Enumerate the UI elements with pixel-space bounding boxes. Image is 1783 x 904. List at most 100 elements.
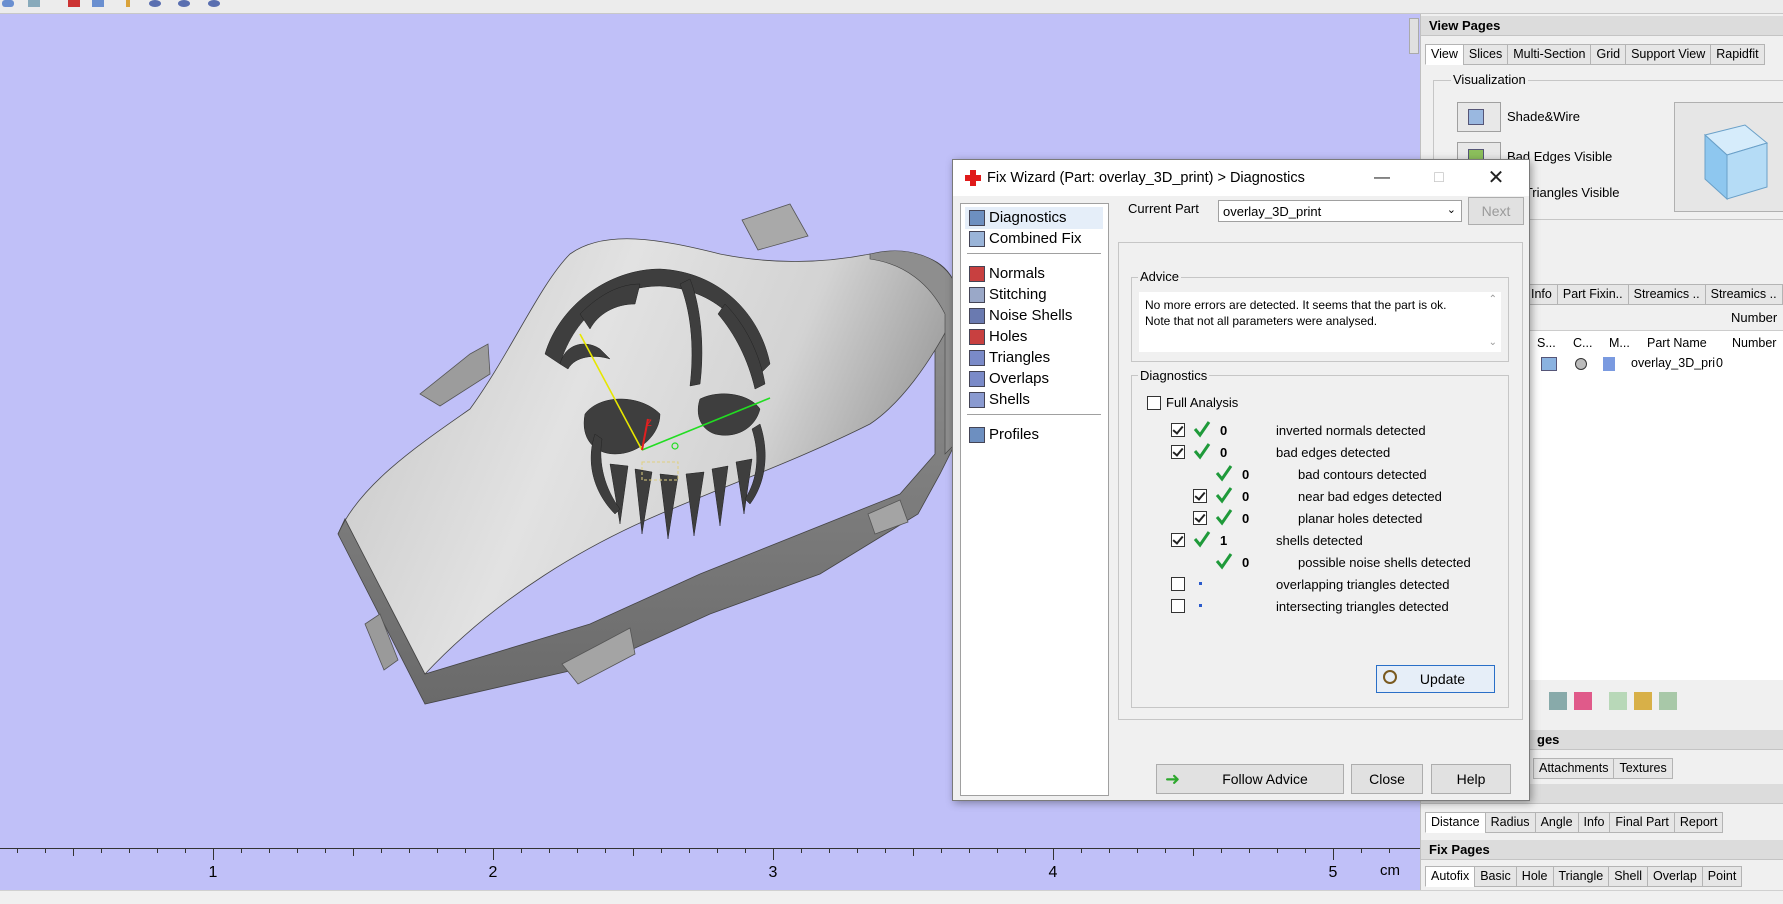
ruler-label: 5 [1328, 864, 1338, 881]
current-part-select[interactable]: overlay_3D_print ⌄ [1218, 200, 1462, 222]
toolbar-icon[interactable] [126, 0, 130, 7]
fix-tab-0[interactable]: Autofix [1425, 866, 1476, 887]
nav-item-triangles[interactable]: Triangles [965, 347, 1103, 369]
fix-tab-6[interactable]: Point [1701, 866, 1743, 887]
nav-item-label: Stitching [989, 286, 1047, 303]
shells-icon [969, 392, 985, 408]
pages-tab-1[interactable]: Textures [1613, 758, 1673, 779]
diag-count: 0 [1220, 445, 1228, 460]
part-row[interactable]: overlay_3D_pri 0 [1529, 354, 1783, 374]
ruler-tick [1249, 848, 1250, 853]
diag-checkbox[interactable] [1171, 577, 1185, 591]
diag-checkbox[interactable] [1171, 423, 1185, 437]
maximize-button[interactable]: □ [1416, 164, 1462, 192]
diag-checkbox[interactable] [1193, 511, 1207, 525]
help-button[interactable]: Help [1431, 764, 1511, 794]
ruler-tick [521, 848, 522, 853]
nav-item-label: Holes [989, 328, 1028, 345]
fix-tab-5[interactable]: Overlap [1647, 866, 1703, 887]
view-pages-tabs: View Slices Multi-Section Grid Support View R… [1421, 44, 1765, 66]
nav-item-shells[interactable]: Shells [965, 389, 1103, 411]
diag-checkbox[interactable] [1193, 489, 1207, 503]
nav-item-stitching[interactable]: Stitching [965, 284, 1103, 306]
part-tab-2[interactable]: Streamics .. [1627, 284, 1706, 305]
measure-tab-2[interactable]: Angle [1534, 812, 1579, 833]
part-column-header[interactable]: M... [1609, 336, 1630, 350]
view-tab-5[interactable]: Rapidfit [1710, 44, 1765, 65]
measure-tab-0[interactable]: Distance [1425, 812, 1486, 833]
toolbar-icon[interactable] [2, 0, 14, 7]
diag-checkbox[interactable] [1171, 533, 1185, 547]
part-tab-3[interactable]: Streamics .. [1704, 284, 1783, 305]
nav-item-holes[interactable]: Holes [965, 326, 1103, 348]
view-tab-1[interactable]: Slices [1462, 44, 1509, 65]
update-label: Update [1419, 671, 1466, 687]
dialog-titlebar[interactable]: Fix Wizard (Part: overlay_3D_print) > Di… [953, 160, 1529, 196]
nav-item-profiles[interactable]: Profiles [965, 424, 1103, 446]
full-analysis-checkbox[interactable] [1147, 396, 1161, 410]
nav-item-noise-shells[interactable]: Noise Shells [965, 305, 1103, 327]
view-tab-3[interactable]: Grid [1590, 44, 1627, 65]
panel-splitter[interactable] [1409, 18, 1419, 54]
nav-item-normals[interactable]: Normals [965, 263, 1103, 285]
diag-label: bad contours detected [1298, 467, 1427, 482]
measure-tab-3[interactable]: Info [1577, 812, 1611, 833]
tool-icon[interactable] [1574, 692, 1592, 710]
shade-wire-button[interactable] [1457, 102, 1501, 132]
view-tab-0[interactable]: View [1425, 44, 1464, 65]
close-button[interactable]: Close [1351, 764, 1423, 794]
nav-item-label: Profiles [989, 426, 1040, 443]
ruler-tick [73, 848, 74, 856]
fix-tab-2[interactable]: Hole [1515, 866, 1554, 887]
nav-item-diagnostics[interactable]: Diagnostics [965, 207, 1103, 229]
update-button[interactable]: Update [1376, 665, 1495, 693]
part-number-cell: 0 [1716, 356, 1723, 370]
diag-label: shells detected [1276, 533, 1363, 548]
view-tab-2[interactable]: Multi-Section [1507, 44, 1592, 65]
ruler-tick [493, 848, 494, 860]
measure-tab-1[interactable]: Radius [1484, 812, 1536, 833]
toolbar-icon[interactable] [208, 0, 220, 7]
part-column-header[interactable]: C... [1573, 336, 1592, 350]
fix-tab-3[interactable]: Triangle [1552, 866, 1610, 887]
part-column-header[interactable]: Part Name [1647, 336, 1707, 350]
current-part-label: Current Part [1128, 201, 1199, 216]
pending-dot-icon [1199, 604, 1202, 607]
toolbar-icon[interactable] [149, 0, 161, 7]
diag-checkbox[interactable] [1171, 599, 1185, 613]
tool-icon[interactable] [1634, 692, 1652, 710]
ruler-tick [1389, 848, 1390, 853]
next-button[interactable]: Next [1468, 197, 1524, 225]
scroll-up-icon[interactable]: ⌃ [1489, 294, 1497, 305]
view-cube[interactable] [1674, 102, 1783, 212]
fix-tab-1[interactable]: Basic [1474, 866, 1517, 887]
measure-tab-4[interactable]: Final Part [1609, 812, 1675, 833]
tool-icon[interactable] [1609, 692, 1627, 710]
scroll-down-icon[interactable]: ⌄ [1489, 337, 1497, 348]
close-window-button[interactable]: ✕ [1473, 164, 1519, 192]
part-column-header[interactable]: Number [1732, 336, 1776, 350]
toolbar-icon[interactable] [68, 0, 80, 7]
tool-icon[interactable] [1549, 692, 1567, 710]
toolbar-icon[interactable] [92, 0, 104, 7]
tool-icon[interactable] [1659, 692, 1677, 710]
part-column-header[interactable]: S... [1537, 336, 1556, 350]
toolbar-icon[interactable] [178, 0, 190, 7]
view-tab-4[interactable]: Support View [1625, 44, 1712, 65]
ruler-tick [1053, 848, 1054, 860]
follow-advice-label: Follow Advice [1222, 771, 1308, 787]
follow-advice-button[interactable]: ➜ Follow Advice [1156, 764, 1344, 794]
ruler-tick [801, 848, 802, 853]
minimize-button[interactable]: — [1359, 164, 1405, 192]
nav-item-overlaps[interactable]: Overlaps [965, 368, 1103, 390]
diag-label: near bad edges detected [1298, 489, 1442, 504]
toolbar-icon[interactable] [28, 0, 40, 7]
diag-checkbox[interactable] [1171, 445, 1185, 459]
shade-wire-label: Shade&Wire [1507, 109, 1580, 124]
fix-tab-4[interactable]: Shell [1608, 866, 1649, 887]
pages-tab-0[interactable]: Attachments [1533, 758, 1615, 779]
measure-tab-5[interactable]: Report [1673, 812, 1724, 833]
full-analysis-label: Full Analysis [1166, 395, 1239, 410]
nav-item-combined-fix[interactable]: Combined Fix [965, 228, 1103, 250]
part-tab-1[interactable]: Part Fixin.. [1556, 284, 1629, 305]
